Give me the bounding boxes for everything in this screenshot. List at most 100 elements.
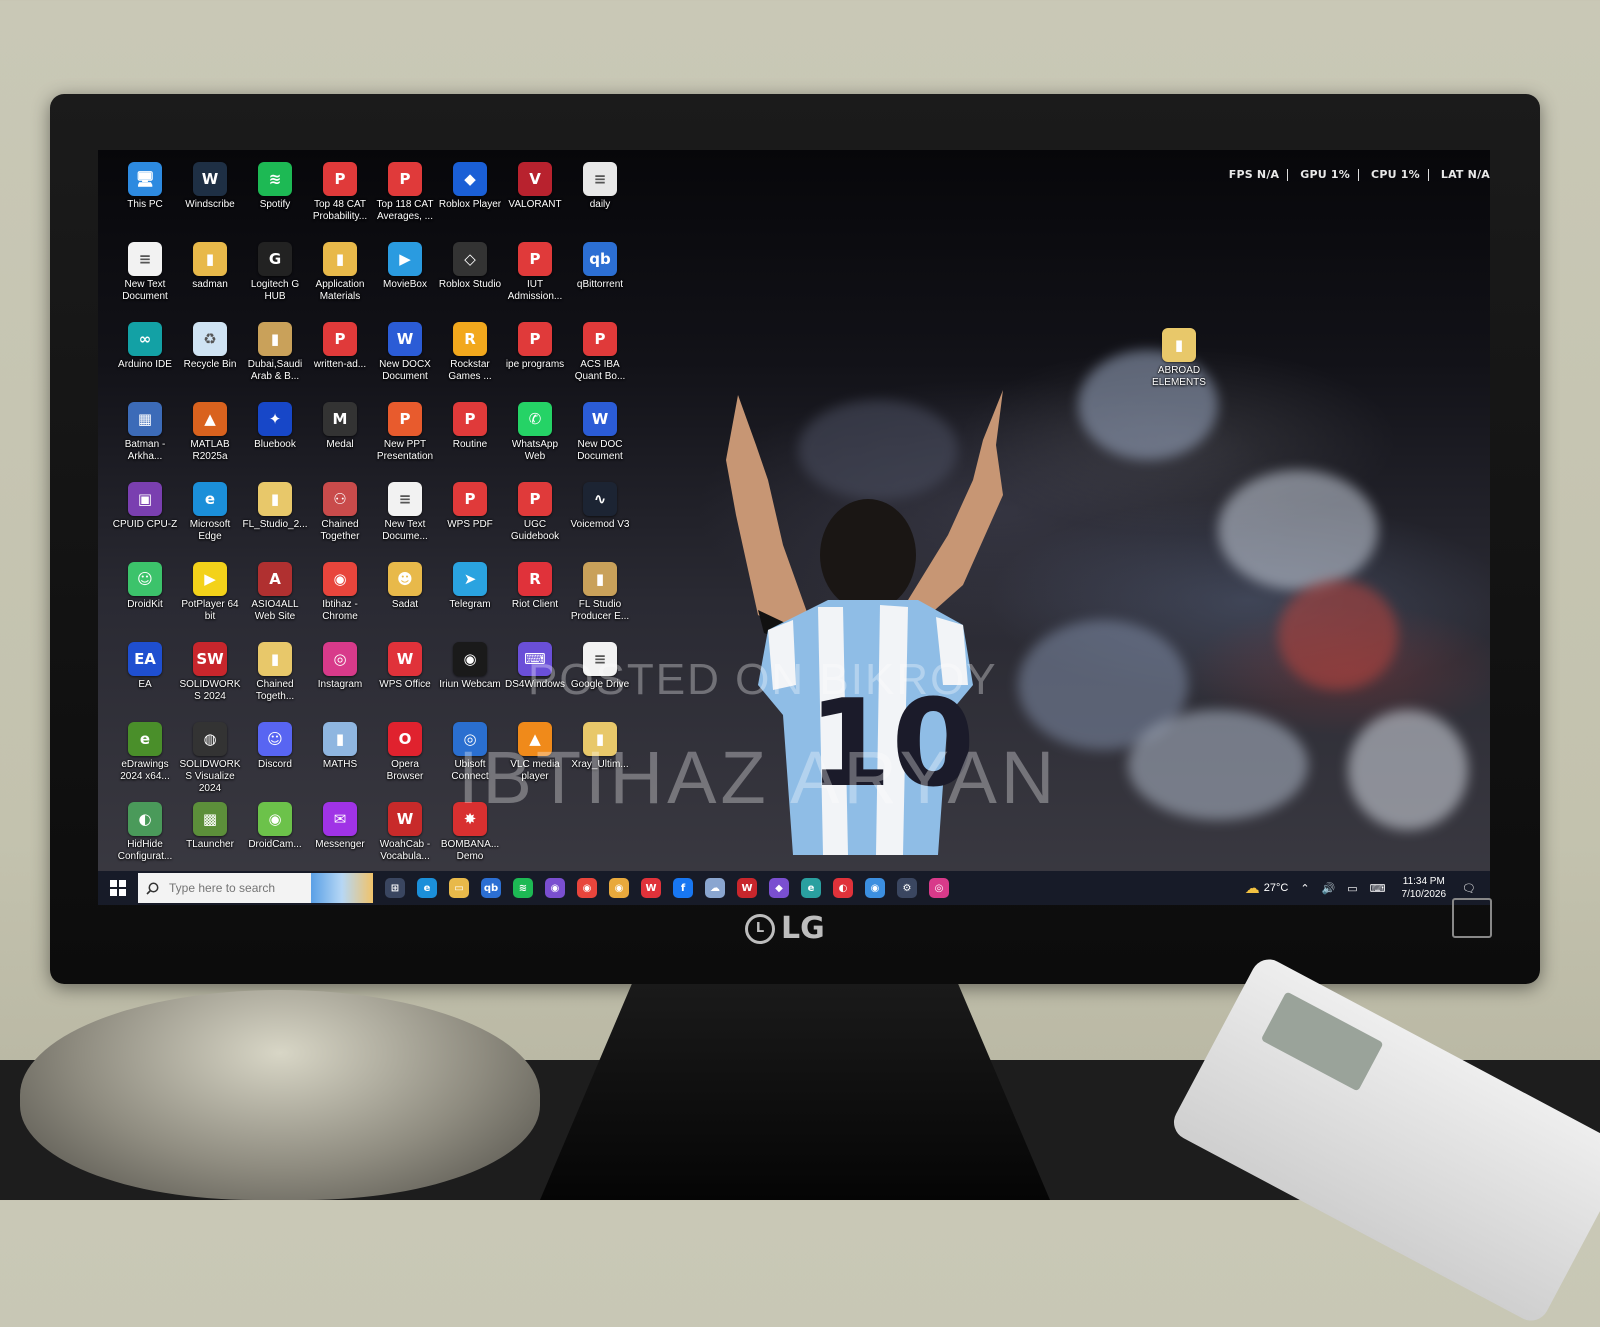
desktop-icon[interactable]: P ACS IBA Quant Bo... (567, 322, 633, 383)
desktop-icon[interactable]: ▮ FL_Studio_2... (242, 482, 308, 531)
taskbar-app-button[interactable]: ▭ (443, 871, 475, 905)
search-input[interactable] (167, 880, 321, 896)
desktop-icon[interactable]: ≡ daily (567, 162, 633, 211)
desktop-icon[interactable]: ▮ FL Studio Producer E... (567, 562, 633, 623)
start-button[interactable] (98, 871, 138, 905)
desktop-icon[interactable]: G Logitech G HUB (242, 242, 308, 303)
keyboard-icon[interactable]: ⌨ (1370, 882, 1386, 895)
desktop-icon[interactable]: Pipe programs (502, 322, 568, 371)
desktop-icon[interactable]: ▮ sadman (177, 242, 243, 291)
desktop-icon[interactable]: e Microsoft Edge (177, 482, 243, 543)
desktop-icon[interactable]: ▮ Dubai,Saudi Arab & B... (242, 322, 308, 383)
desktop-icon-label: ipe programs (505, 359, 565, 370)
desktop-icon[interactable]: EA EA (112, 642, 178, 691)
desktop-icon[interactable]: M Medal (307, 402, 373, 451)
taskbar-app-button[interactable]: ⊞ (379, 871, 411, 905)
desktop-icon[interactable]: R Rockstar Games ... (437, 322, 503, 383)
taskbar-app-button[interactable]: W (635, 871, 667, 905)
taskbar-clock[interactable]: 11:34 PM 7/10/2026 (1402, 875, 1447, 901)
desktop-icon[interactable]: Pwritten-ad... (307, 322, 373, 371)
desktop-icon[interactable]: ◎ Instagram (307, 642, 373, 691)
desktop-icon[interactable]: ◍ SOLIDWORKS Visualize 2024 (177, 722, 243, 795)
desktop-icon[interactable]: ✉ Messenger (307, 802, 373, 851)
desktop-icon[interactable]: ◐ HidHide Configurat... (112, 802, 178, 863)
network-icon[interactable]: ▭ (1347, 882, 1357, 895)
taskbar-app-button[interactable]: ⚙ (891, 871, 923, 905)
desktop-icon[interactable]: ▩ TLauncher (177, 802, 243, 851)
taskbar-app-button[interactable]: W (731, 871, 763, 905)
desktop-icon[interactable]: P WPS PDF (437, 482, 503, 531)
desktop-icon[interactable]: ☺ Discord (242, 722, 308, 771)
desktop-icon[interactable]: ◆ Roblox Player (437, 162, 503, 211)
desktop-icon[interactable]: ▶ MovieBox (372, 242, 438, 291)
taskbar-app-button[interactable]: e (411, 871, 443, 905)
desktop-icon[interactable]: ≋ Spotify (242, 162, 308, 211)
desktop-icon[interactable]: ∿ Voicemod V3 (567, 482, 633, 531)
desktop-icon-label: Top 118 CAT Averages, ... (376, 199, 434, 222)
desktop-icon[interactable]: ⚇ Chained Together (307, 482, 373, 543)
desktop-icon[interactable]: ☺ DroidKit (112, 562, 178, 611)
speaker-icon[interactable]: 🔊 (1322, 882, 1336, 895)
taskbar-app-button[interactable]: ◆ (763, 871, 795, 905)
notification-icon[interactable]: 🗨 (1462, 882, 1476, 895)
desktop-icon[interactable]: P Top 48 CAT Probability... (307, 162, 373, 223)
desktop-icon-abroad-elements[interactable]: ▮ ABROAD ELEMENTS (1146, 328, 1212, 389)
desktop-icon[interactable]: ≡ New Text Document (112, 242, 178, 303)
taskbar-app-button[interactable]: ◉ (539, 871, 571, 905)
desktop-icon[interactable]: A ASIO4ALL Web Site (242, 562, 308, 623)
desktop-icon[interactable]: ♻ Recycle Bin (177, 322, 243, 371)
desktop-icon[interactable]: ☻ Sadat (372, 562, 438, 611)
taskbar-app-button[interactable]: ☁ (699, 871, 731, 905)
desktop-icon[interactable]: SW SOLIDWORKS 2024 (177, 642, 243, 703)
lg-circle-icon: L (745, 913, 775, 944)
desktop-icon[interactable]: e eDrawings 2024 x64... (112, 722, 178, 783)
desktop-icon[interactable]: P UGC Guidebook (502, 482, 568, 543)
desktop-icon[interactable]: O Opera Browser (372, 722, 438, 783)
taskbar-app-button[interactable]: ◉ (571, 871, 603, 905)
desktop-icon[interactable]: ∞ Arduino IDE (112, 322, 178, 371)
taskbar-app-button[interactable]: e (795, 871, 827, 905)
desktop-icon[interactable]: ◉ Iriun Webcam (437, 642, 503, 691)
desktop-icon[interactable]: 🖥 This PC (112, 162, 178, 211)
desktop-icon[interactable]: W New DOCX Document (372, 322, 438, 383)
desktop-icon[interactable]: ≡ New Text Docume... (372, 482, 438, 543)
desktop-icon[interactable]: P New PPT Presentation (372, 402, 438, 463)
desktop-icon[interactable]: ▲ MATLAB R2025a (177, 402, 243, 463)
desktop-icon-label: PotPlayer 64 bit (181, 599, 239, 622)
desktop-icon[interactable]: P Routine (437, 402, 503, 451)
desktop-icon[interactable]: ◉ Ibtihaz - Chrome (307, 562, 373, 623)
desktop-icon[interactable]: ▶ PotPlayer 64 bit (177, 562, 243, 623)
weather-widget[interactable]: ☁ 27°C (1245, 879, 1289, 897)
desktop-icon[interactable]: ▣ CPUID CPU-Z (112, 482, 178, 531)
desktop-icon[interactable]: W Windscribe (177, 162, 243, 211)
search-highlight-banner[interactable] (311, 873, 373, 903)
taskbar-app-button[interactable]: ◎ (923, 871, 955, 905)
chevron-up-icon[interactable]: ⌃ (1300, 882, 1309, 895)
desktop-icon[interactable]: V VALORANT (502, 162, 568, 211)
taskbar-app-button[interactable]: f (667, 871, 699, 905)
taskbar-search[interactable] (138, 873, 373, 903)
desktop-icon[interactable]: ▦ Batman - Arkha... (112, 402, 178, 463)
desktop-icon[interactable]: W WoahCab - Vocabula... (372, 802, 438, 863)
desktop-icon[interactable]: qb qBittorrent (567, 242, 633, 291)
desktop-icon[interactable]: ▮ Chained Togeth... (242, 642, 308, 703)
taskbar-app-button[interactable]: qb (475, 871, 507, 905)
desktop-icon[interactable]: P Top 118 CAT Averages, ... (372, 162, 438, 223)
desktop-icon[interactable]: R Riot Client (502, 562, 568, 611)
taskbar-app-button[interactable]: ◉ (603, 871, 635, 905)
desktop-icon[interactable]: ◉ DroidCam... (242, 802, 308, 851)
desktop-icon[interactable]: ➤ Telegram (437, 562, 503, 611)
desktop-icon[interactable]: ▮ Application Materials (307, 242, 373, 303)
desktop-icon[interactable]: W New DOC Document (567, 402, 633, 463)
desktop-icon[interactable]: ✦ Bluebook (242, 402, 308, 451)
desktop-icon[interactable]: W WPS Office (372, 642, 438, 691)
desktop-icon[interactable]: P IUT Admission... (502, 242, 568, 303)
desktop-icon[interactable]: ▮ MATHS (307, 722, 373, 771)
desktop-icon[interactable]: ◇ Roblox Studio (437, 242, 503, 291)
taskbar-app-button[interactable]: ◉ (859, 871, 891, 905)
taskbar-app-button[interactable]: ≋ (507, 871, 539, 905)
desktop-screen: 10 🖥 This PC W Windscribe ≋ Spotify P Top 48 CA… (98, 150, 1490, 905)
wps-pdf-icon: P (518, 482, 552, 516)
desktop-icon[interactable]: ✆ WhatsApp Web (502, 402, 568, 463)
taskbar-app-button[interactable]: ◐ (827, 871, 859, 905)
